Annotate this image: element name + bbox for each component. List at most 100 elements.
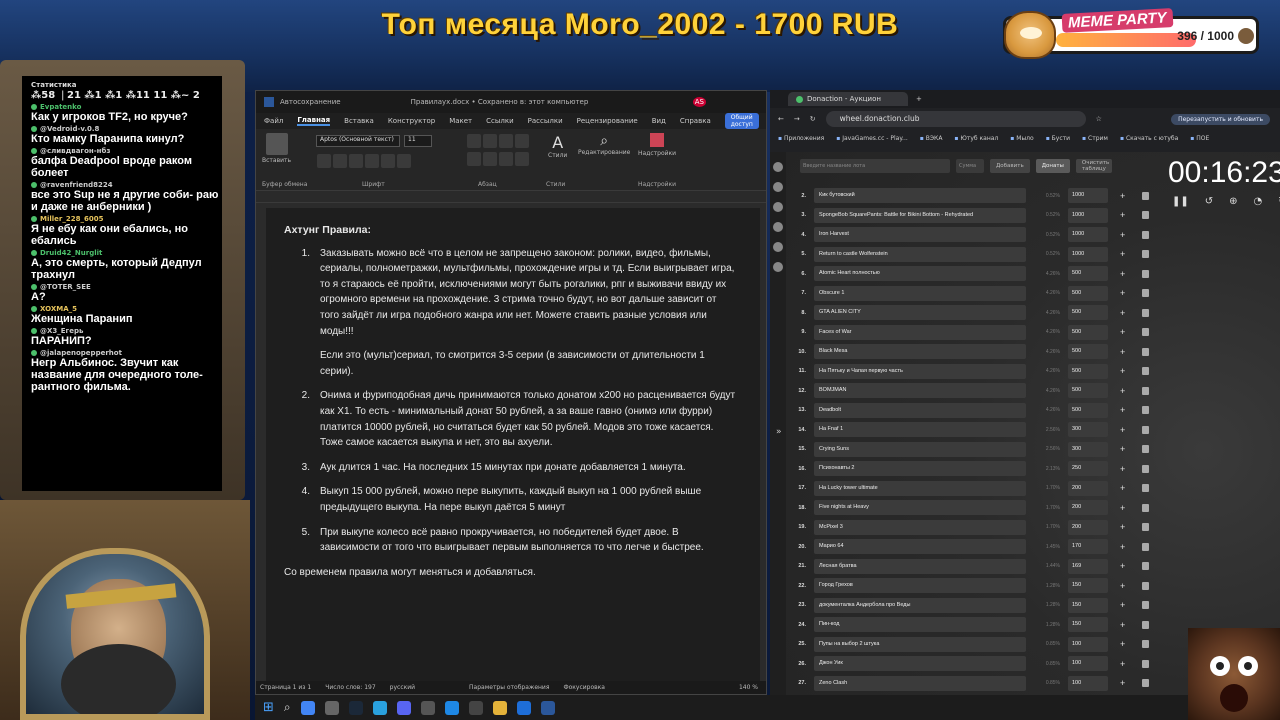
- delete-lot-icon[interactable]: [1142, 289, 1149, 298]
- add-to-lot-icon[interactable]: +: [1120, 503, 1132, 513]
- add-to-lot-icon[interactable]: +: [1120, 542, 1132, 552]
- add-to-lot-icon[interactable]: +: [1120, 327, 1132, 337]
- lot-name-field[interactable]: SpongeBob SquarePants: Battle for Bikini…: [814, 207, 1026, 223]
- info-icon[interactable]: [773, 242, 783, 252]
- menu-tab[interactable]: Ссылки: [486, 117, 514, 125]
- steam-icon[interactable]: [348, 700, 363, 715]
- menu-tab[interactable]: Рецензирование: [577, 117, 638, 125]
- add-to-lot-icon[interactable]: +: [1120, 230, 1132, 240]
- add-to-lot-icon[interactable]: +: [1120, 561, 1132, 571]
- forward-icon[interactable]: →: [794, 115, 800, 123]
- add-to-lot-icon[interactable]: +: [1120, 386, 1132, 396]
- delete-lot-icon[interactable]: [1142, 328, 1149, 337]
- lot-amount-field[interactable]: 1000: [1068, 188, 1108, 204]
- delete-lot-icon[interactable]: [1142, 191, 1149, 200]
- stats-icon[interactable]: [773, 222, 783, 232]
- lot-name-field[interactable]: McPixel 3: [814, 519, 1026, 535]
- lot-amount-field[interactable]: 200: [1068, 480, 1108, 496]
- bookmark-item[interactable]: Скачать с ютуба: [1120, 135, 1178, 142]
- bookmark-item[interactable]: Стрим: [1082, 135, 1108, 142]
- lot-amount-field[interactable]: 1000: [1068, 227, 1108, 243]
- lot-name-field[interactable]: Лесная братва: [814, 558, 1026, 574]
- chat-username[interactable]: @сливдвагон-нбз: [31, 147, 222, 155]
- lot-name-field[interactable]: Психонавты 2: [814, 461, 1026, 477]
- delete-lot-icon[interactable]: [1142, 347, 1149, 356]
- lot-amount-field[interactable]: 200: [1068, 519, 1108, 535]
- app3-icon[interactable]: [516, 700, 531, 715]
- discord-icon[interactable]: [396, 700, 411, 715]
- delete-lot-icon[interactable]: [1142, 562, 1149, 571]
- delete-lot-icon[interactable]: [1142, 542, 1149, 551]
- menu-tab[interactable]: Рассылки: [528, 117, 563, 125]
- lot-amount-field[interactable]: 150: [1068, 578, 1108, 594]
- add-to-lot-icon[interactable]: +: [1120, 444, 1132, 454]
- chat-username[interactable]: XOXMA_5: [31, 305, 222, 313]
- underline-button[interactable]: [349, 154, 363, 168]
- lot-name-field[interactable]: Five nights at Heavy: [814, 500, 1026, 516]
- focus-mode[interactable]: Фокусировка: [563, 684, 605, 691]
- delete-lot-icon[interactable]: [1142, 386, 1149, 395]
- bookmark-item[interactable]: Бусти: [1046, 135, 1070, 142]
- lot-amount-field[interactable]: 500: [1068, 344, 1108, 360]
- chat-username[interactable]: @TOTER_SEE: [31, 283, 222, 291]
- zoom-level[interactable]: 140 %: [739, 684, 758, 691]
- chat-username[interactable]: Evpatenko: [31, 103, 222, 111]
- relaunch-button[interactable]: Перезапустить и обновить: [1171, 113, 1270, 125]
- add-to-lot-icon[interactable]: +: [1120, 347, 1132, 357]
- lot-name-field[interactable]: документалка Андербола про Веды: [814, 597, 1026, 613]
- collapse-sidebar-icon[interactable]: »: [776, 427, 782, 437]
- vscode-icon[interactable]: [444, 700, 459, 715]
- lot-name-field[interactable]: Пупы на выбор 2 штука: [814, 636, 1026, 652]
- explorer-icon[interactable]: [324, 700, 339, 715]
- lot-name-field[interactable]: Город Грехов: [814, 578, 1026, 594]
- lot-amount-field[interactable]: 500: [1068, 324, 1108, 340]
- url-field[interactable]: wheel.donaction.club: [825, 111, 1086, 127]
- pause-icon[interactable]: ❚❚: [1172, 196, 1189, 207]
- menu-tab[interactable]: Макет: [449, 117, 472, 125]
- menu-tab[interactable]: Справка: [680, 117, 711, 125]
- reload-icon[interactable]: ↻: [810, 115, 816, 123]
- delete-lot-icon[interactable]: [1142, 445, 1149, 454]
- menu-tab[interactable]: Вставка: [344, 117, 374, 125]
- lot-amount-field[interactable]: 500: [1068, 383, 1108, 399]
- lot-name-field[interactable]: Black Mesa: [814, 344, 1026, 360]
- superscript-button[interactable]: [397, 154, 411, 168]
- menu-tab[interactable]: Главная: [297, 116, 331, 126]
- delete-lot-icon[interactable]: [1142, 659, 1149, 668]
- add-to-lot-icon[interactable]: +: [1120, 249, 1132, 259]
- bookmark-item[interactable]: Мыло: [1010, 135, 1033, 142]
- add-to-lot-icon[interactable]: +: [1120, 581, 1132, 591]
- bookmark-item[interactable]: Ютуб канал: [954, 135, 998, 142]
- delete-lot-icon[interactable]: [1142, 425, 1149, 434]
- lot-name-field[interactable]: Crying Suns: [814, 441, 1026, 457]
- reset-icon[interactable]: ↺: [1205, 196, 1213, 207]
- add-to-lot-icon[interactable]: +: [1120, 425, 1132, 435]
- lot-amount-field[interactable]: 150: [1068, 617, 1108, 633]
- delete-lot-icon[interactable]: [1142, 367, 1149, 376]
- bookmark-item[interactable]: ВЭКА: [920, 135, 943, 142]
- lot-name-field[interactable]: Return to castle Wolfenstein: [814, 246, 1026, 262]
- lot-amount-input[interactable]: Сумма: [956, 159, 984, 173]
- align-center-button[interactable]: [483, 152, 497, 166]
- lot-amount-field[interactable]: 1000: [1068, 246, 1108, 262]
- windows-start-icon[interactable]: ⊞: [263, 700, 274, 715]
- donations-button[interactable]: Донаты: [1035, 159, 1070, 173]
- clear-table-button[interactable]: Очистить таблицу: [1075, 159, 1112, 173]
- bullets-button[interactable]: [467, 134, 481, 148]
- lot-amount-field[interactable]: 300: [1068, 422, 1108, 438]
- browser-tab[interactable]: Donaction - Аукцион: [788, 92, 908, 106]
- delete-lot-icon[interactable]: [1142, 269, 1149, 278]
- add-to-lot-icon[interactable]: +: [1120, 288, 1132, 298]
- add-to-lot-icon[interactable]: +: [1120, 210, 1132, 220]
- ruler[interactable]: [256, 191, 766, 203]
- lot-name-field[interactable]: Deadbolt: [814, 402, 1026, 418]
- styles-group[interactable]: A Стили: [548, 133, 567, 159]
- lot-name-field[interactable]: Пин-код: [814, 617, 1026, 633]
- delete-lot-icon[interactable]: [1142, 250, 1149, 259]
- chat-username[interactable]: @X3_Егерь: [31, 327, 222, 335]
- chat-username[interactable]: Druid42_Nurglit: [31, 249, 222, 257]
- lot-amount-field[interactable]: 250: [1068, 461, 1108, 477]
- lot-name-input[interactable]: Введите название лота: [800, 159, 950, 173]
- lot-name-field[interactable]: Марио 64: [814, 539, 1026, 555]
- subscript-button[interactable]: [381, 154, 395, 168]
